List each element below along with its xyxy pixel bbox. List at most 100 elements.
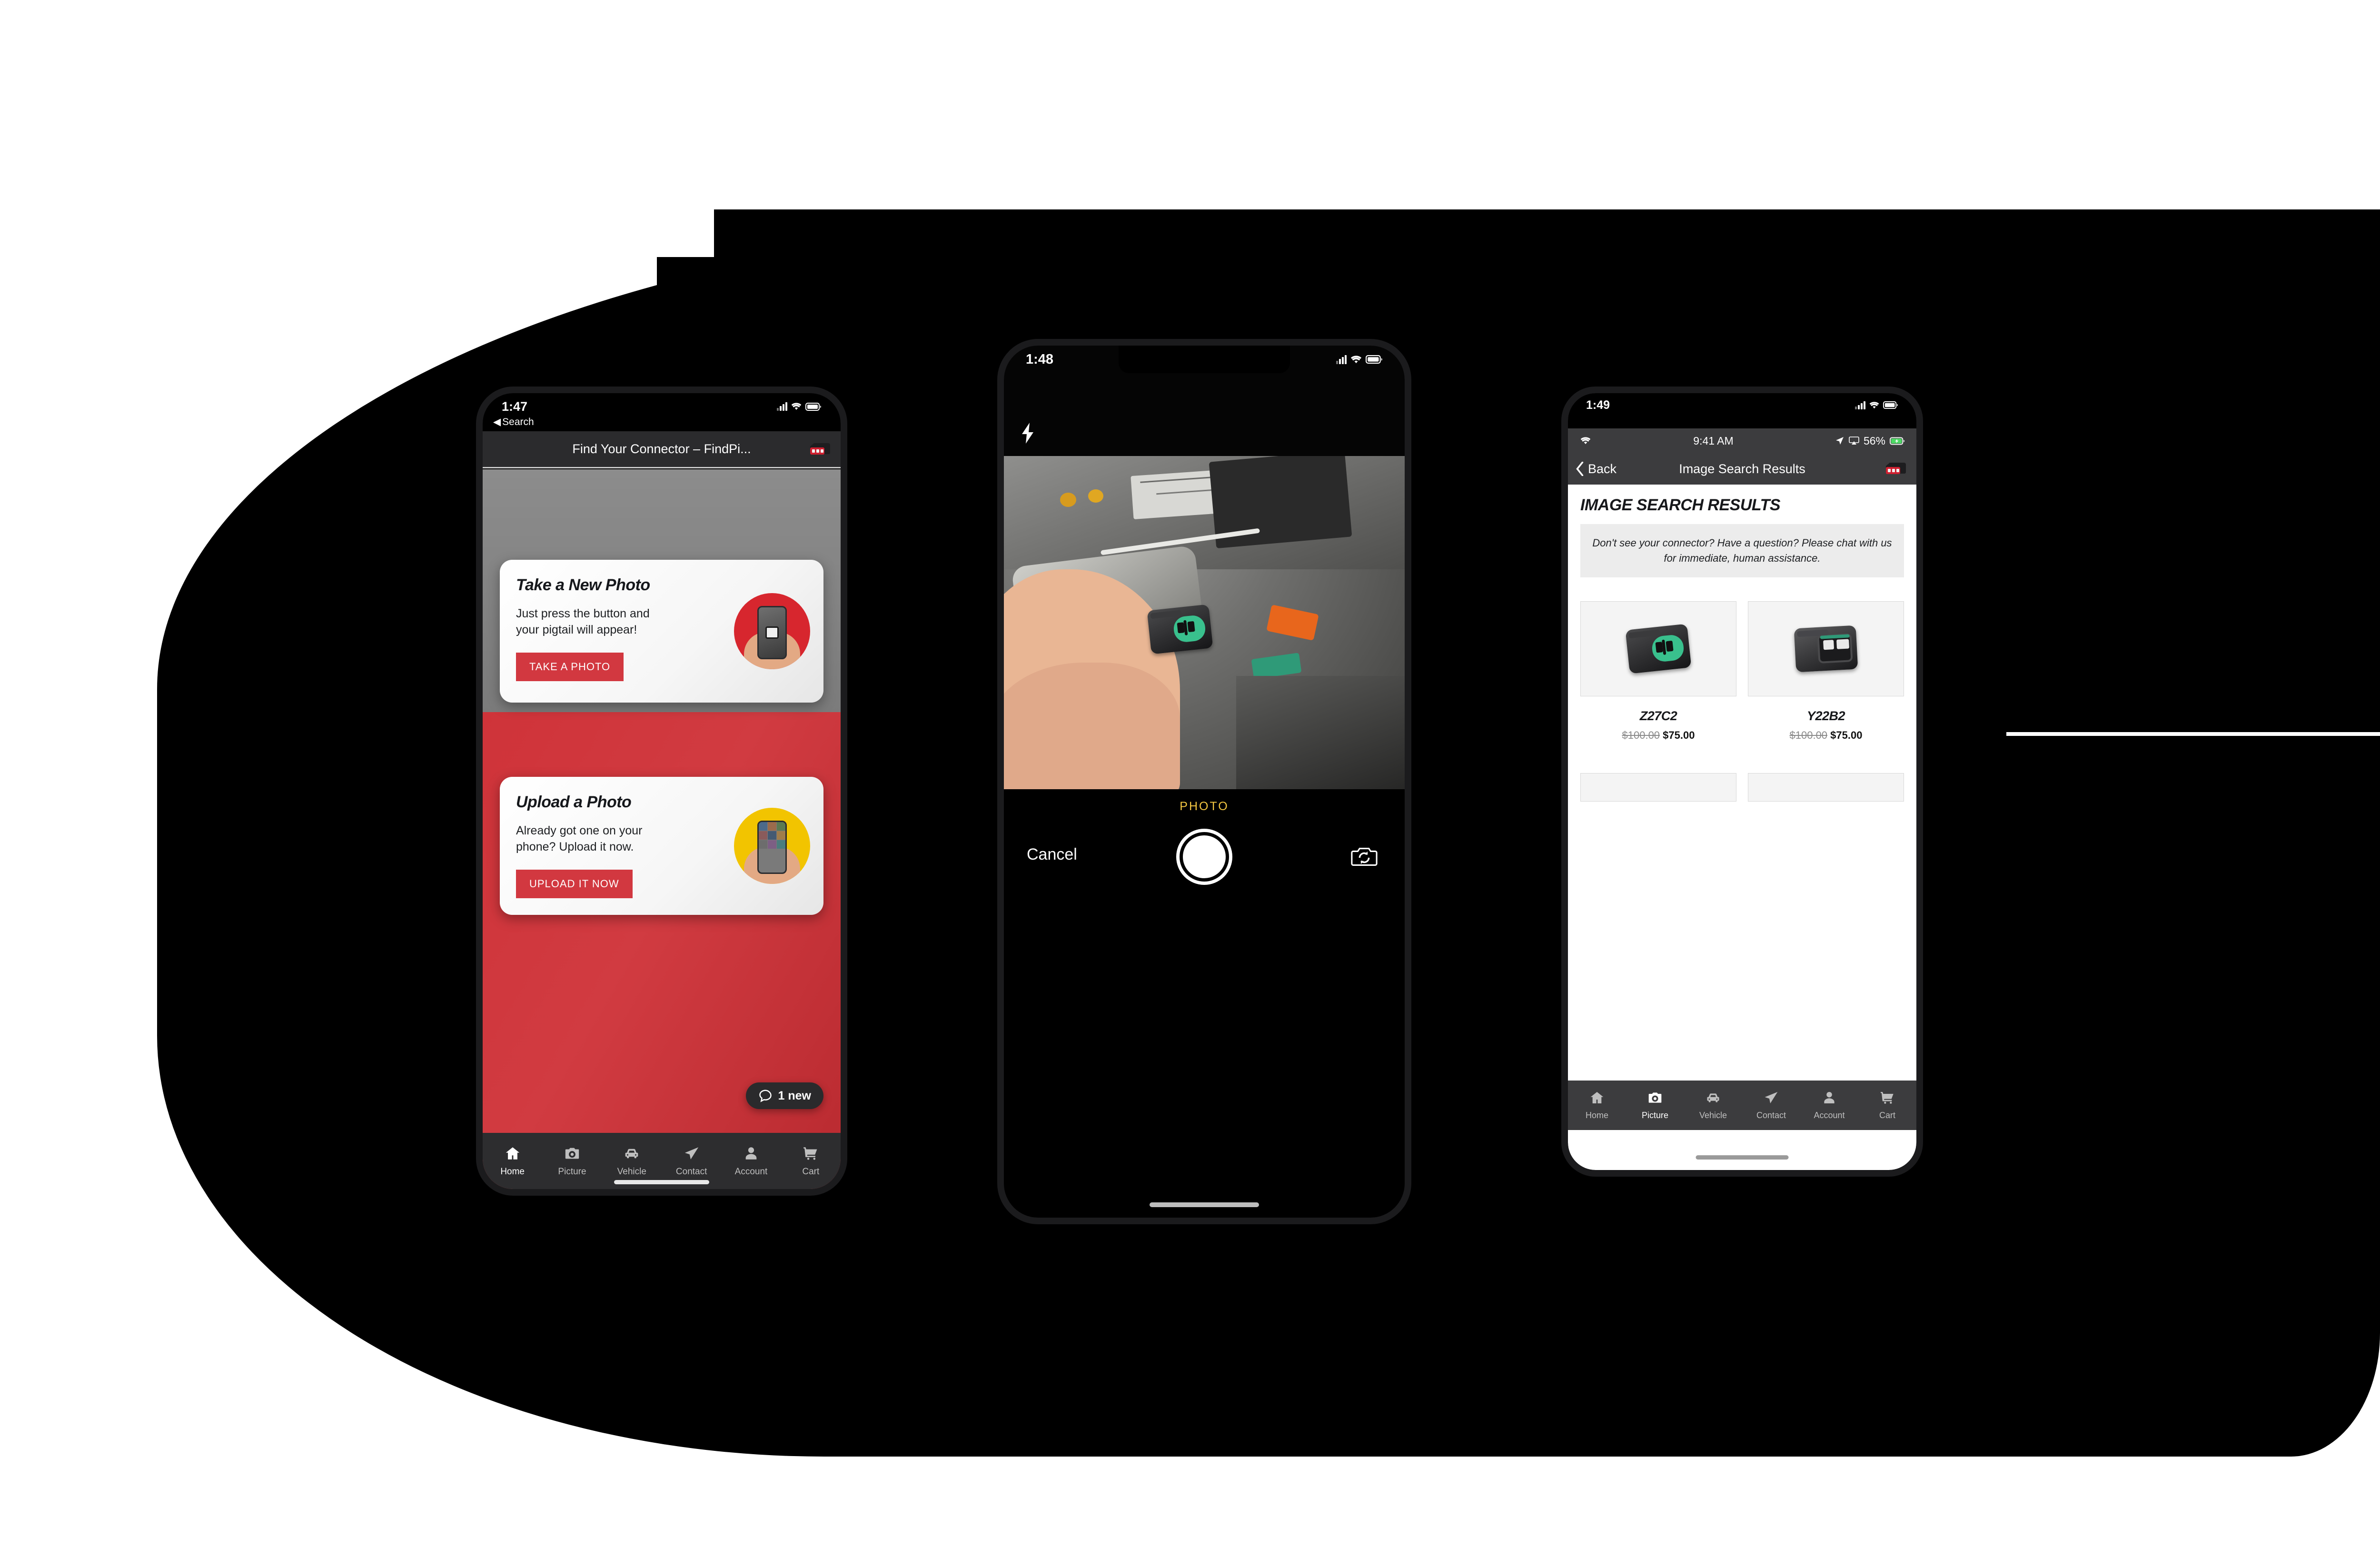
chat-badge-label: 1 new — [778, 1089, 811, 1102]
phone3-app-navbar: Back Image Search Results — [1568, 453, 1916, 485]
tab-label: Account — [734, 1166, 768, 1177]
product-old-price: $100.00 — [1622, 729, 1660, 741]
shutter-button[interactable] — [1180, 832, 1229, 882]
wifi-icon — [1580, 437, 1591, 445]
tab-label: Picture — [558, 1166, 586, 1177]
back-triangle-icon: ◀ — [493, 416, 501, 427]
page-title: Image Search Results — [1679, 461, 1805, 476]
product-card[interactable]: Z27C2 $100.00 $75.00 — [1580, 601, 1736, 742]
phone2-status-bar: 1:48 — [1004, 346, 1405, 373]
connector-logo-icon[interactable] — [1883, 459, 1908, 478]
product-sale-price: $75.00 — [1663, 729, 1695, 741]
phone1-screen: 1:47 ◀ Search Find Your Connector – Find… — [483, 393, 841, 1189]
chat-badge[interactable]: 1 new — [745, 1082, 823, 1109]
upload-it-now-button[interactable]: UPLOAD IT NOW — [516, 869, 633, 898]
car-icon — [624, 1145, 640, 1164]
tab-contact[interactable]: Contact — [1742, 1081, 1800, 1130]
take-photo-illustration — [734, 593, 810, 669]
status-icons — [1855, 401, 1898, 410]
product-price: $100.00 $75.00 — [1580, 729, 1736, 742]
tab-label: Home — [500, 1166, 525, 1177]
tab-vehicle[interactable]: Vehicle — [1684, 1081, 1742, 1130]
camera-icon — [1647, 1090, 1663, 1108]
tab-home[interactable]: Home — [1568, 1081, 1626, 1130]
take-photo-body: Just press the button and your pigtail w… — [516, 607, 650, 636]
home-icon — [1589, 1090, 1605, 1108]
shopping-cart-icon — [803, 1145, 819, 1164]
phone-mockup-camera: 1:48 PHOTO Cancel — [997, 339, 1411, 1224]
product-thumbnail — [1580, 601, 1736, 696]
upload-photo-illustration — [734, 808, 810, 884]
status-icons — [1336, 355, 1383, 365]
tab-label: Contact — [675, 1166, 707, 1177]
upload-photo-body: Already got one on your phone? Upload it… — [516, 824, 643, 853]
home-indicator — [1696, 1155, 1789, 1160]
tab-picture[interactable]: Picture — [542, 1133, 602, 1189]
tab-label: Home — [1585, 1111, 1608, 1120]
tab-label: Cart — [802, 1166, 820, 1177]
screenshot-canvas: 1:47 ◀ Search Find Your Connector – Find… — [0, 0, 2380, 1547]
camera-controls: PHOTO Cancel — [1004, 789, 1405, 1218]
product-sale-price: $75.00 — [1830, 729, 1863, 741]
paper-plane-icon — [684, 1145, 700, 1164]
product-grid: Z27C2 $100.00 $75.00 Y22B2 $100.00 $75.0… — [1580, 601, 1904, 742]
product-grid-next-row — [1580, 773, 1904, 802]
paper-plane-icon — [1764, 1090, 1779, 1108]
app-status-right: 56% — [1835, 435, 1905, 447]
airplay-icon — [1849, 436, 1859, 445]
camera-icon — [564, 1145, 580, 1164]
background-blob-band — [714, 209, 2380, 495]
person-icon — [743, 1145, 759, 1164]
background-blob-tab — [1038, 217, 1190, 255]
car-icon — [1706, 1090, 1721, 1108]
tab-label: Vehicle — [617, 1166, 646, 1177]
person-icon — [1822, 1090, 1837, 1108]
white-divider-line — [2006, 732, 2380, 736]
product-thumbnail[interactable] — [1748, 773, 1904, 802]
phone-mockup-home: 1:47 ◀ Search Find Your Connector – Find… — [476, 387, 847, 1196]
connector-photo — [1625, 624, 1692, 674]
connector-logo-icon[interactable] — [807, 440, 832, 459]
ios-back-to-search-link[interactable]: ◀ Search — [493, 416, 534, 428]
cellular-signal-icon — [1336, 355, 1347, 364]
results-heading: IMAGE SEARCH RESULTS — [1580, 496, 1781, 514]
phone1-status-bar: 1:47 — [483, 393, 841, 420]
camera-viewfinder[interactable] — [1004, 456, 1405, 789]
take-a-photo-card: Take a New Photo Just press the button a… — [500, 560, 823, 703]
tab-picture[interactable]: Picture — [1626, 1081, 1684, 1130]
camera-mode-label[interactable]: PHOTO — [1180, 800, 1229, 813]
product-price: $100.00 $75.00 — [1748, 729, 1904, 742]
take-photo-title: Take a New Photo — [516, 576, 650, 594]
cancel-button[interactable]: Cancel — [1027, 845, 1077, 864]
home-icon — [505, 1145, 521, 1164]
flash-icon[interactable] — [1020, 422, 1035, 445]
wifi-icon — [1869, 401, 1879, 408]
battery-percent: 56% — [1863, 434, 1885, 447]
phone3-tab-bar: Home Picture Vehicle Contact Account Cart — [1568, 1081, 1916, 1130]
product-thumbnail[interactable] — [1580, 773, 1736, 802]
tab-account[interactable]: Account — [1800, 1081, 1858, 1130]
tab-label: Cart — [1879, 1111, 1895, 1120]
connector-photo — [1794, 625, 1858, 673]
back-button[interactable]: Back — [1576, 462, 1616, 476]
product-card[interactable]: Y22B2 $100.00 $75.00 — [1748, 601, 1904, 742]
flip-camera-icon[interactable] — [1350, 844, 1378, 869]
tab-account[interactable]: Account — [721, 1133, 781, 1189]
mini-phone-gallery-shape — [757, 821, 787, 874]
cellular-signal-icon — [1855, 401, 1865, 409]
battery-icon — [1366, 355, 1382, 364]
phone-mockup-results: 1:49 9:41 AM 56% Back Image Search Resul… — [1561, 387, 1923, 1177]
battery-charging-icon — [1890, 437, 1904, 445]
tab-label: Contact — [1756, 1111, 1786, 1120]
status-time: 1:49 — [1586, 398, 1610, 412]
tab-home[interactable]: Home — [483, 1133, 542, 1189]
cellular-signal-icon — [777, 402, 787, 411]
battery-icon — [1883, 401, 1898, 409]
page-title: Find Your Connector – FindPi... — [572, 442, 751, 456]
tab-cart[interactable]: Cart — [781, 1133, 841, 1189]
tab-cart[interactable]: Cart — [1858, 1081, 1916, 1130]
take-a-photo-button[interactable]: TAKE A PHOTO — [516, 652, 624, 681]
status-time: 1:47 — [502, 399, 528, 414]
shopping-cart-icon — [1880, 1090, 1895, 1108]
phone2-screen: 1:48 PHOTO Cancel — [1004, 346, 1405, 1218]
